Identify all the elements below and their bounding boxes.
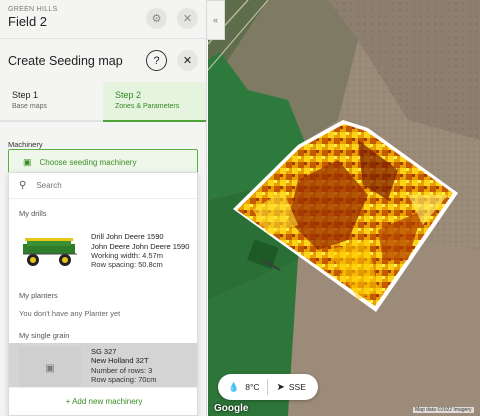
- drill-model: John Deere John Deere 1590: [91, 241, 190, 251]
- field-header: GREEN HILLS Field 2 ⚙ ✕: [0, 0, 206, 38]
- seeding-header: Create Seeding map ? ✕: [0, 38, 206, 82]
- drill-image: [19, 230, 81, 272]
- single-grain-name: SG 327: [91, 347, 117, 356]
- satellite-map[interactable]: [207, 0, 480, 416]
- step-subtitle: Base maps: [12, 103, 48, 110]
- drill-details: Drill John Deere 1590 John Deere John De…: [91, 232, 189, 270]
- weather-widget[interactable]: 💧 8°C ➤ SSE: [218, 374, 318, 400]
- wind-arrow-icon: ➤: [276, 381, 285, 393]
- google-logo: Google: [214, 403, 249, 414]
- close-seeding-button[interactable]: ✕: [177, 50, 198, 71]
- tab-step-2[interactable]: Step 2 Zones & Parameters: [103, 82, 206, 122]
- temperature: 8°C: [245, 382, 260, 392]
- drill-name: Drill John Deere 1590: [91, 232, 164, 242]
- choose-machinery-label: Choose seeding machinery: [39, 157, 137, 167]
- single-grain-model: New Holland 32T: [91, 356, 149, 366]
- page-title: Create Seeding map: [8, 53, 123, 68]
- help-icon: ?: [153, 54, 160, 67]
- planters-empty-text: You don't have any Planter yet: [19, 309, 121, 318]
- farm-name: GREEN HILLS: [8, 6, 58, 13]
- step-subtitle: Zones & Parameters: [115, 103, 180, 110]
- search-icon: ⚲: [19, 180, 27, 191]
- close-icon: ✕: [182, 55, 193, 67]
- drills-group-label: My drills: [19, 209, 47, 218]
- wind-direction: SSE: [288, 382, 306, 392]
- drill-width: Working width: 4.57m: [91, 251, 163, 260]
- single-grain-details: SG 327 New Holland 32T Number of rows: 3…: [91, 347, 156, 385]
- chevron-left-icon: «: [212, 15, 218, 25]
- tractor-icon: ▣: [19, 347, 81, 389]
- search-input[interactable]: [36, 181, 177, 190]
- map-imagery: [207, 0, 480, 416]
- list-item-single-grain[interactable]: ▣ SG 327 New Holland 32T Number of rows:…: [9, 343, 197, 391]
- tab-step-1[interactable]: Step 1 Base maps: [0, 82, 103, 122]
- close-field-button[interactable]: ✕: [177, 8, 198, 29]
- list-item-drill[interactable]: Drill John Deere 1590 John Deere John De…: [9, 221, 197, 281]
- settings-button[interactable]: ⚙: [146, 8, 167, 29]
- single-grain-group-label: My single grain: [19, 331, 70, 340]
- drill-spacing: Row spacing: 50.8cm: [91, 260, 163, 270]
- droplet-icon: 💧: [228, 381, 240, 392]
- app-root: 💧 8°C ➤ SSE Google Map data ©2022 Imager…: [0, 0, 480, 416]
- search-row: ⚲: [9, 173, 197, 199]
- help-button[interactable]: ?: [146, 50, 167, 71]
- close-icon: ✕: [182, 13, 193, 25]
- tractor-icon: ▣: [23, 156, 32, 167]
- step-title: Step 1: [12, 90, 39, 100]
- collapse-panel-button[interactable]: «: [207, 0, 225, 40]
- machinery-dropdown: ⚲ My drills: [8, 172, 198, 416]
- field-name: Field 2: [8, 14, 48, 29]
- single-grain-rows: Number of rows: 3: [91, 365, 153, 375]
- machinery-label: Machinery: [8, 140, 43, 149]
- planters-group-label: My planters: [19, 291, 58, 300]
- side-panel: GREEN HILLS Field 2 ⚙ ✕ Create Seeding m…: [0, 0, 207, 416]
- step-title: Step 2: [115, 90, 142, 100]
- step-tabs: Step 1 Base maps Step 2 Zones & Paramete…: [0, 82, 206, 122]
- add-machinery-button[interactable]: + Add new machinery: [9, 387, 197, 415]
- single-grain-spacing: Row spacing: 70cm: [91, 375, 157, 385]
- map-attribution[interactable]: Map data ©2022 Imagery: [413, 407, 474, 413]
- divider: [267, 379, 269, 395]
- gear-icon: ⚙: [151, 13, 162, 25]
